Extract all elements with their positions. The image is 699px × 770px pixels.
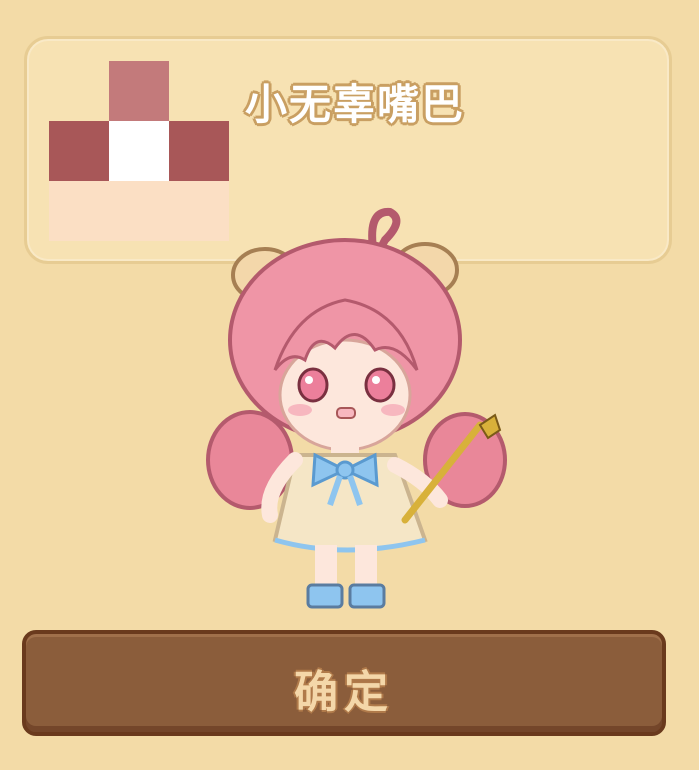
swatch-right: [169, 121, 229, 181]
eye-left: [297, 367, 329, 403]
confirm-button-label: 确定: [294, 667, 394, 718]
eye-right: [364, 367, 396, 403]
chibi-character-avatar: [206, 207, 507, 609]
swatch-left: [49, 121, 109, 181]
blush-right: [381, 404, 405, 416]
shoe-right: [348, 583, 386, 609]
blush-left: [288, 404, 312, 416]
mouth: [336, 407, 356, 419]
confirm-button[interactable]: 确定: [22, 630, 666, 736]
shoe-left: [306, 583, 344, 609]
item-name: 小无辜嘴巴: [245, 80, 466, 129]
swatch-center: [109, 121, 169, 181]
swatch-top: [109, 61, 169, 121]
